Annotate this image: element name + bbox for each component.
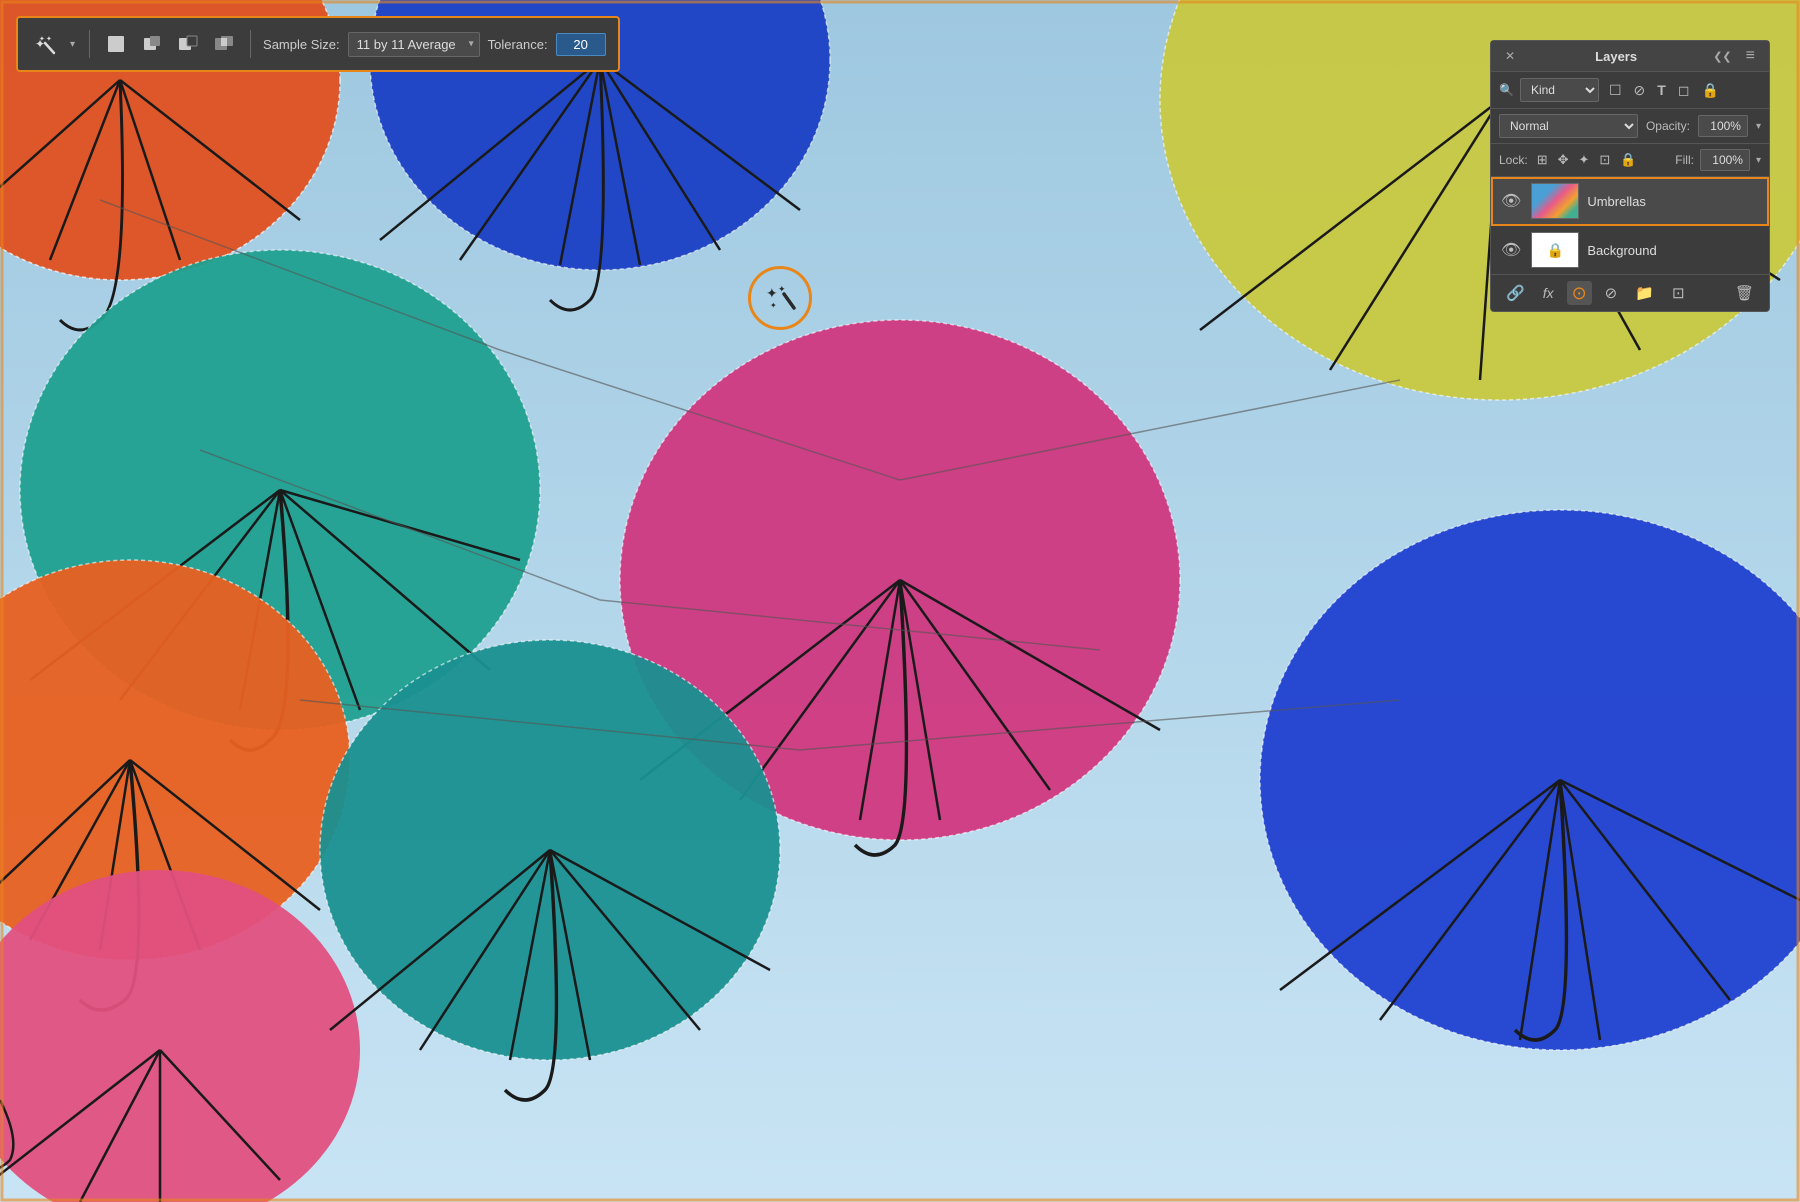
panel-bottom-bar: 🔗 fx ⊙ ⊘ 📁 ⊡ 🗑 — [1491, 275, 1769, 311]
opacity-label: Opacity: — [1646, 119, 1690, 133]
toolbar-separator-2 — [250, 30, 251, 58]
svg-text:✦: ✦ — [766, 285, 778, 301]
lock-transparent-button[interactable]: ⊞ — [1534, 150, 1551, 170]
panel-menu-button[interactable]: ≡ — [1742, 47, 1759, 65]
fill-input[interactable] — [1700, 149, 1750, 171]
layer-item-umbrellas[interactable]: 👁 Umbrellas — [1491, 177, 1769, 226]
add-mask-button[interactable]: ⊙ — [1567, 281, 1592, 305]
filter-type-button[interactable]: T — [1653, 80, 1670, 100]
sample-size-select-wrapper: 11 by 11 Average Point Sample 3 by 3 Ave… — [348, 32, 480, 57]
layer-thumbnail-background: 🔒 — [1531, 232, 1579, 268]
lock-all-button[interactable]: 🔒 — [1617, 150, 1639, 170]
filter-row: 🔍 Kind Name Effect Mode Attribute ☐ ⊘ T … — [1491, 72, 1769, 109]
magic-wand-tool-button[interactable]: ✦ ✦ ✦ — [30, 29, 60, 59]
link-layers-button[interactable]: 🔗 — [1501, 281, 1530, 305]
toolbar-separator-1 — [89, 30, 90, 58]
tolerance-label: Tolerance: — [488, 37, 548, 52]
lock-position-button[interactable]: ✦ — [1576, 150, 1593, 170]
layer-item-background[interactable]: 👁 🔒 Background — [1491, 226, 1769, 275]
layers-panel-header: ✕ Layers ❮❮ ≡ — [1491, 41, 1769, 72]
lock-image-button[interactable]: ✥ — [1555, 150, 1572, 170]
delete-layer-button[interactable]: 🗑 — [1730, 281, 1759, 305]
filter-shape-button[interactable]: ◻ — [1674, 80, 1694, 101]
new-layer-button[interactable]: ⊡ — [1667, 281, 1690, 305]
panel-close-button[interactable]: ✕ — [1501, 49, 1519, 63]
filter-pixel-button[interactable]: ☐ — [1605, 80, 1626, 101]
svg-text:✦: ✦ — [770, 301, 777, 310]
new-selection-button[interactable] — [102, 30, 130, 58]
panel-header-icons: ❮❮ ≡ — [1709, 47, 1759, 65]
svg-text:✦: ✦ — [778, 284, 786, 294]
lock-label: Lock: — [1499, 153, 1528, 167]
blend-mode-select[interactable]: Normal Multiply Screen Overlay Darken Li… — [1499, 114, 1638, 138]
intersect-selection-button[interactable] — [210, 30, 238, 58]
lock-row: Lock: ⊞ ✥ ✦ ⊡ 🔒 Fill: ▾ — [1491, 144, 1769, 177]
panel-collapse-button[interactable]: ❮❮ — [1709, 50, 1735, 63]
filter-smart-button[interactable]: 🔒 — [1697, 80, 1722, 101]
filter-adjustment-button[interactable]: ⊘ — [1630, 80, 1650, 101]
toolbar: ✦ ✦ ✦ ▾ Sample Size: — [16, 16, 620, 72]
blend-mode-row: Normal Multiply Screen Overlay Darken Li… — [1491, 109, 1769, 144]
svg-text:✦: ✦ — [46, 35, 52, 43]
fill-label: Fill: — [1675, 153, 1694, 167]
subtract-selection-button[interactable] — [174, 30, 202, 58]
layer-effects-button[interactable]: fx — [1538, 282, 1559, 304]
tolerance-input[interactable] — [556, 33, 606, 56]
magic-wand-cursor: ✦ ✦ ✦ — [748, 266, 812, 330]
new-group-button[interactable]: 📁 — [1630, 281, 1659, 305]
tool-dropdown-arrow[interactable]: ▾ — [68, 37, 77, 52]
fill-arrow: ▾ — [1756, 155, 1761, 166]
opacity-input[interactable] — [1698, 115, 1748, 137]
new-adjustment-layer-button[interactable]: ⊘ — [1600, 281, 1623, 305]
filter-type-icons: ☐ ⊘ T ◻ 🔒 — [1605, 80, 1723, 101]
add-to-selection-button[interactable] — [138, 30, 166, 58]
layer-visibility-umbrellas[interactable]: 👁 — [1499, 189, 1523, 213]
sample-size-label: Sample Size: — [263, 37, 340, 52]
layer-visibility-background[interactable]: 👁 — [1499, 238, 1523, 262]
layers-panel-title: Layers — [1595, 49, 1637, 64]
filter-kind-select[interactable]: Kind Name Effect Mode Attribute — [1520, 78, 1599, 102]
svg-text:✦: ✦ — [39, 35, 45, 43]
layer-name-background: Background — [1587, 243, 1761, 258]
layer-name-umbrellas: Umbrellas — [1587, 194, 1761, 209]
layers-panel: ✕ Layers ❮❮ ≡ 🔍 Kind Name Effect Mode At… — [1490, 40, 1770, 312]
layer-thumbnail-umbrellas — [1531, 183, 1579, 219]
search-icon: 🔍 — [1499, 83, 1514, 97]
sample-size-select[interactable]: 11 by 11 Average Point Sample 3 by 3 Ave… — [348, 32, 480, 57]
lock-icons-group: ⊞ ✥ ✦ ⊡ 🔒 — [1534, 150, 1640, 170]
opacity-arrow: ▾ — [1756, 121, 1761, 132]
lock-artboard-button[interactable]: ⊡ — [1596, 150, 1613, 170]
